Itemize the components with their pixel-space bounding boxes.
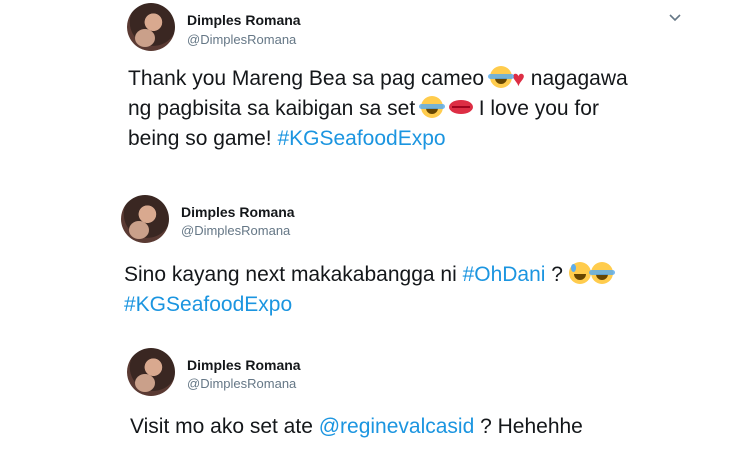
hashtag-link[interactable]: #OhDani	[463, 263, 546, 286]
kiss-mark-icon	[448, 100, 473, 114]
sweat-smile-icon	[568, 262, 591, 284]
hashtag-link[interactable]: #KGSeafoodExpo	[124, 293, 292, 316]
tears-of-joy-icon	[588, 262, 615, 284]
avatar[interactable]	[121, 195, 169, 243]
tweet-author-handle[interactable]: @DimplesRomana	[187, 32, 296, 47]
tweet-author-handle[interactable]: @DimplesRomana	[181, 223, 290, 238]
tweet-author-name[interactable]: Dimples Romana	[187, 357, 301, 373]
tweet-1: Dimples Romana @DimplesRomana Thank you …	[0, 0, 750, 180]
tweet-text: Sino kayang next makakabangga ni #OhDani…	[124, 260, 615, 320]
tweet-author-handle[interactable]: @DimplesRomana	[187, 376, 296, 391]
tweet-author-name[interactable]: Dimples Romana	[187, 12, 301, 28]
tweet-author-name[interactable]: Dimples Romana	[181, 204, 295, 220]
tweet-text: Thank you Mareng Bea sa pag cameo ♥ naga…	[128, 66, 628, 150]
tweet-2: Dimples Romana @DimplesRomana Sino kayan…	[0, 180, 750, 340]
avatar[interactable]	[127, 3, 175, 51]
avatar[interactable]	[127, 348, 175, 396]
tweet-3: Dimples Romana @DimplesRomana Visit mo a…	[0, 340, 750, 450]
chevron-down-icon[interactable]	[668, 10, 682, 24]
tweet-text: Visit mo ako set ate @reginevalcasid ? H…	[130, 415, 583, 438]
hashtag-link[interactable]: #KGSeafoodExpo	[277, 127, 445, 150]
tears-of-joy-icon	[487, 66, 514, 88]
mention-link[interactable]: @reginevalcasid	[319, 415, 475, 438]
tears-of-joy-icon	[419, 96, 446, 118]
red-heart-icon: ♥	[511, 66, 525, 91]
